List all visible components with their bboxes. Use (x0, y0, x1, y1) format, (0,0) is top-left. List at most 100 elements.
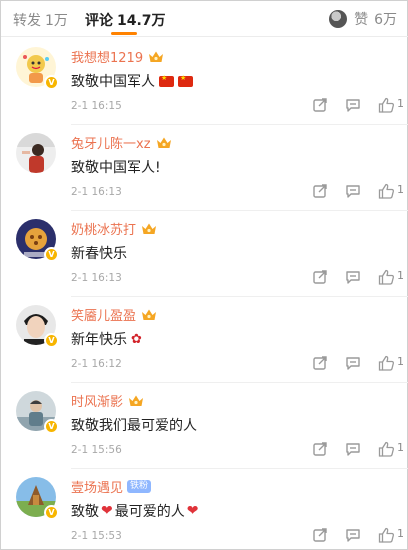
comment-icon (346, 185, 360, 198)
comment-text: 致敬 ❤ 最可爱的人 ❤ (71, 501, 200, 521)
comment-author: 壹场遇见 铁粉 (71, 477, 152, 496)
comment-text-body: 新年快乐 (71, 332, 127, 348)
comment-text: 新年快乐 ✿ (71, 329, 142, 349)
reply-button[interactable] (343, 353, 363, 373)
comment-text-body: 致敬中国军人 (71, 74, 155, 90)
like-count: 1 (397, 97, 404, 110)
comment-text: 新春快乐 (71, 243, 127, 263)
heart-emoji-icon: ❤ (186, 503, 199, 519)
like-count: 1 (397, 355, 404, 368)
like-button[interactable] (376, 439, 396, 459)
comment-text: 致敬我们最可爱的人 (71, 415, 197, 435)
username[interactable]: 时风渐影 (71, 391, 123, 410)
member-crown-icon (149, 51, 164, 62)
like-button[interactable] (376, 525, 396, 545)
user-avatar[interactable]: V (16, 219, 59, 262)
share-icon (313, 356, 327, 370)
username[interactable]: 我想想1219 (71, 47, 143, 66)
like-count: 1 (397, 527, 404, 540)
comment-tabs: 转发 1万 评论 14.7万 赞 6万 (1, 1, 408, 37)
comment-item: V 时风渐影 致敬我们最可爱的人 2-1 15:56 1 (1, 383, 408, 469)
username[interactable]: 笑靥儿盈盈 (71, 305, 136, 324)
comment-actions (1, 353, 408, 373)
avatar-image (16, 133, 56, 173)
comment-text: 致敬中国军人 (71, 71, 193, 91)
share-button[interactable] (310, 267, 330, 287)
user-avatar[interactable]: V (16, 477, 59, 520)
tab-likes-label: 赞 (354, 12, 369, 28)
verified-badge-icon: V (44, 505, 59, 520)
member-crown-icon (156, 137, 171, 148)
tab-repost[interactable]: 转发 1万 (13, 10, 68, 30)
share-icon (313, 442, 327, 456)
share-button[interactable] (310, 525, 330, 545)
comment-icon (346, 271, 360, 284)
like-button[interactable] (376, 267, 396, 287)
comment-item: V 壹场遇见 铁粉 致敬 ❤ 最可爱的人 ❤ 2-1 15:53 1 (1, 469, 408, 550)
share-button[interactable] (310, 353, 330, 373)
user-avatar[interactable]: V (16, 391, 59, 434)
username[interactable]: 奶桃冰苏打 (71, 219, 136, 238)
comment-author: 兔牙儿陈一xz (71, 133, 172, 152)
reply-button[interactable] (343, 439, 363, 459)
share-icon (313, 528, 327, 542)
thumbs-up-icon (378, 183, 394, 199)
like-button[interactable] (376, 95, 396, 115)
comment-author: 时风渐影 (71, 391, 144, 410)
comment-item: V 笑靥儿盈盈 新年快乐 ✿ 2-1 16:12 1 (1, 297, 408, 383)
verified-badge-icon: V (44, 333, 59, 348)
comment-panel: 转发1万 评论14.7万 赞 6万 V 我想想1219 致敬中国军人 2-1 16… (0, 0, 408, 550)
fan-badge: 铁粉 (127, 479, 152, 493)
reply-button[interactable] (343, 95, 363, 115)
china-flag-emoji-icon (159, 74, 174, 87)
username[interactable]: 兔牙儿陈一xz (71, 133, 151, 152)
verified-badge-icon: V (44, 75, 59, 90)
thumbs-up-icon (378, 441, 394, 457)
member-crown-icon (142, 223, 157, 234)
comment-text-after: 最可爱的人 (114, 504, 185, 520)
reply-button[interactable] (343, 181, 363, 201)
comment-item: V 我想想1219 致敬中国军人 2-1 16:15 1 (1, 39, 408, 125)
like-button[interactable] (376, 181, 396, 201)
user-avatar[interactable]: V (16, 47, 59, 90)
tab-likes[interactable]: 赞 6万 (329, 9, 397, 29)
comment-text-body: 致敬中国军人! (71, 160, 161, 176)
like-button[interactable] (376, 353, 396, 373)
comment-icon (346, 357, 360, 370)
thumbs-up-icon (378, 527, 394, 543)
tab-repost-count: 1万 (45, 13, 68, 29)
active-tab-indicator (111, 32, 137, 35)
share-icon (313, 184, 327, 198)
user-avatar[interactable] (16, 133, 56, 173)
thumbs-up-icon (378, 355, 394, 371)
share-icon (313, 98, 327, 112)
reply-button[interactable] (343, 267, 363, 287)
share-button[interactable] (310, 439, 330, 459)
reply-button[interactable] (343, 525, 363, 545)
comment-author: 我想想1219 (71, 47, 164, 66)
comment-text: 致敬中国军人! (71, 157, 161, 177)
like-count: 1 (397, 183, 404, 196)
like-count: 1 (397, 269, 404, 282)
comment-text-body: 新春快乐 (71, 246, 127, 262)
comment-icon (346, 443, 360, 456)
tab-likes-count: 6万 (374, 12, 397, 28)
comment-actions (1, 439, 408, 459)
share-button[interactable] (310, 181, 330, 201)
tab-comment[interactable]: 评论 14.7万 (85, 10, 166, 30)
comment-item: V 奶桃冰苏打 新春快乐 2-1 16:13 1 (1, 211, 408, 297)
comment-actions (1, 267, 408, 287)
comment-actions (1, 525, 408, 545)
china-flag-emoji-icon (178, 74, 193, 87)
comment-author: 笑靥儿盈盈 (71, 305, 157, 324)
user-avatar[interactable]: V (16, 305, 59, 348)
username[interactable]: 壹场遇见 (71, 477, 123, 496)
tab-repost-label: 转发 (13, 13, 41, 29)
rose-emoji-icon: ✿ (131, 331, 142, 347)
verified-badge-icon: V (44, 247, 59, 262)
share-icon (313, 270, 327, 284)
comment-actions (1, 95, 408, 115)
liker-avatar (329, 10, 348, 28)
like-count: 1 (397, 441, 404, 454)
share-button[interactable] (310, 95, 330, 115)
